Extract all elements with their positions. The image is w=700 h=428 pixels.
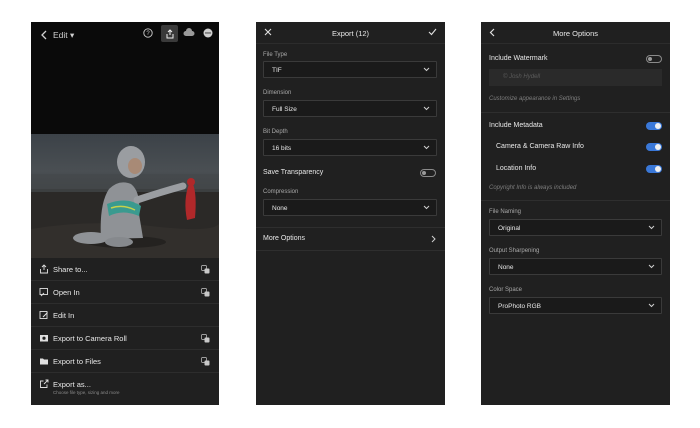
menu-label: Export as... — [53, 380, 91, 389]
export-screen: Export (12) File Type TIF Dimension Full… — [256, 22, 445, 405]
menu-label: Share to... — [53, 265, 88, 274]
menu-item-open-in[interactable]: Open In — [31, 281, 219, 304]
menu-label: Export to Files — [53, 357, 101, 366]
premium-icon — [201, 357, 210, 366]
menu-item-edit-in[interactable]: Edit In — [31, 304, 219, 327]
export-as-icon — [39, 379, 49, 389]
file-naming-label: File Naming — [489, 209, 522, 215]
output-sharpening-select[interactable]: None — [489, 258, 662, 275]
menu-label: Open In — [53, 288, 80, 297]
watermark-placeholder: © Josh Hydell — [503, 74, 541, 80]
camera-raw-info-label: Camera & Camera Raw Info — [496, 143, 584, 150]
bit-depth-label: Bit Depth — [263, 129, 288, 135]
back-chevron-icon[interactable] — [38, 28, 50, 42]
save-transparency-label: Save Transparency — [263, 169, 324, 176]
premium-icon — [201, 265, 210, 274]
color-space-select[interactable]: ProPhoto RGB — [489, 297, 662, 314]
photo-preview — [31, 134, 219, 258]
menu-item-export-files[interactable]: Export to Files — [31, 350, 219, 373]
premium-icon — [201, 334, 210, 343]
divider — [256, 250, 445, 251]
more-options-screen: More Options Include Watermark © Josh Hy… — [481, 22, 670, 405]
divider — [481, 200, 670, 201]
open-in-icon — [39, 287, 49, 297]
include-watermark-toggle[interactable] — [646, 55, 662, 63]
watermark-note: Customize appearance in Settings — [489, 96, 581, 102]
folder-icon — [39, 356, 49, 366]
edit-in-icon — [39, 310, 49, 320]
file-type-select[interactable]: TIF — [263, 61, 437, 78]
svg-text:?: ? — [146, 31, 150, 37]
menu-label: Export to Camera Roll — [53, 334, 127, 343]
page-title: More Options — [552, 29, 599, 38]
edit-menu[interactable]: Edit ▾ — [53, 30, 74, 41]
select-value: None — [498, 264, 514, 271]
chevron-down-icon — [648, 264, 655, 269]
bit-depth-select[interactable]: 16 bits — [263, 139, 437, 156]
save-transparency-toggle[interactable] — [420, 169, 436, 177]
edit-label: Edit — [53, 30, 68, 40]
output-sharpening-label: Output Sharpening — [489, 248, 540, 254]
compression-label: Compression — [263, 189, 299, 195]
color-space-label: Color Space — [489, 287, 523, 293]
chevron-down-icon — [423, 145, 430, 150]
menu-item-export-camera-roll[interactable]: Export to Camera Roll — [31, 327, 219, 350]
compression-select[interactable]: None — [263, 199, 437, 216]
select-value: Original — [498, 225, 521, 232]
menu-sublabel: Choose file type, sizing and more — [53, 390, 120, 395]
page-title: Export (12) — [331, 29, 370, 38]
share-menu: Share to... Open In Edit In Export to Ca… — [31, 258, 219, 401]
camera-roll-icon — [39, 333, 49, 343]
chevron-down-icon — [423, 205, 430, 210]
select-value: Full Size — [272, 106, 297, 113]
include-metadata-toggle[interactable] — [646, 122, 662, 130]
chevron-down-icon — [423, 106, 430, 111]
more-options-icon[interactable] — [203, 28, 213, 38]
file-naming-select[interactable]: Original — [489, 219, 662, 236]
chevron-down-icon — [648, 303, 655, 308]
more-options-label: More Options — [263, 235, 306, 242]
premium-icon — [201, 288, 210, 297]
file-type-label: File Type — [263, 52, 288, 58]
location-info-toggle[interactable] — [646, 165, 662, 173]
menu-item-share-to[interactable]: Share to... — [31, 258, 219, 281]
divider — [481, 112, 670, 113]
select-value: None — [272, 205, 288, 212]
share-screen: Edit ▾ ? Share to... Open In Edit In Exp… — [31, 22, 219, 405]
menu-label: Edit In — [53, 311, 75, 320]
dimension-select[interactable]: Full Size — [263, 100, 437, 117]
cloud-sync-icon[interactable] — [183, 28, 195, 37]
chevron-down-icon — [423, 67, 430, 72]
include-watermark-label: Include Watermark — [489, 55, 548, 62]
share-icon[interactable] — [161, 25, 178, 42]
caret-down-icon: ▾ — [70, 30, 75, 40]
share-out-icon — [39, 264, 49, 274]
watermark-field: © Josh Hydell — [489, 69, 662, 86]
select-value: TIF — [272, 67, 282, 74]
chevron-down-icon — [648, 225, 655, 230]
checkmark-icon[interactable] — [428, 28, 437, 36]
export-header: Export (12) — [256, 22, 445, 44]
chevron-right-icon — [431, 235, 436, 243]
location-info-label: Location Info — [496, 165, 537, 172]
select-value: ProPhoto RGB — [498, 303, 541, 310]
top-bar: Edit ▾ ? — [31, 22, 219, 134]
camera-raw-info-toggle[interactable] — [646, 143, 662, 151]
select-value: 16 bits — [272, 145, 292, 152]
include-metadata-label: Include Metadata — [489, 122, 543, 129]
help-icon[interactable]: ? — [143, 28, 153, 38]
more-options-header: More Options — [481, 22, 670, 44]
more-options-row[interactable]: More Options — [256, 228, 445, 250]
menu-item-export-as[interactable]: Export as... Choose file type, sizing an… — [31, 373, 219, 401]
dimension-label: Dimension — [263, 90, 292, 96]
copyright-note: Copyright Info is always included — [489, 185, 577, 191]
